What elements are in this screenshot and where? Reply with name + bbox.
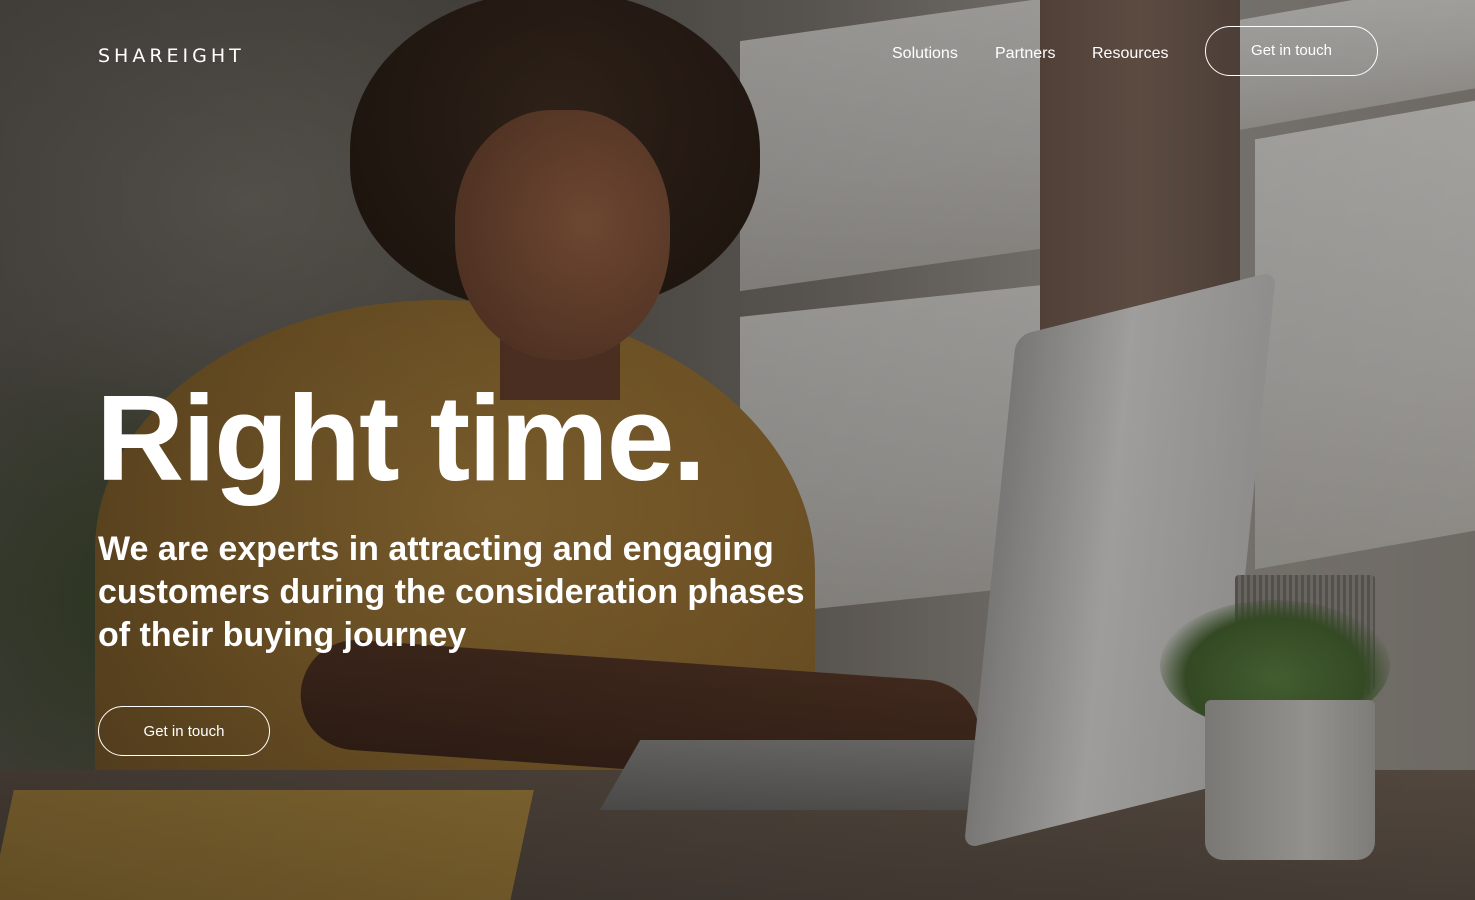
header-get-in-touch-button[interactable]: Get in touch xyxy=(1205,26,1378,76)
site-header: SHAREIGHT Solutions Partners Resources G… xyxy=(0,0,1475,110)
hero-headline: Right time. xyxy=(96,370,706,506)
hero-subheadline: We are experts in attracting and engagin… xyxy=(98,530,805,654)
nav-resources[interactable]: Resources xyxy=(1092,45,1168,63)
nav-partners[interactable]: Partners xyxy=(995,45,1055,63)
hero-get-in-touch-button[interactable]: Get in touch xyxy=(98,706,270,756)
brand-logo[interactable]: SHAREIGHT xyxy=(98,45,245,67)
nav-solutions[interactable]: Solutions xyxy=(892,45,958,63)
